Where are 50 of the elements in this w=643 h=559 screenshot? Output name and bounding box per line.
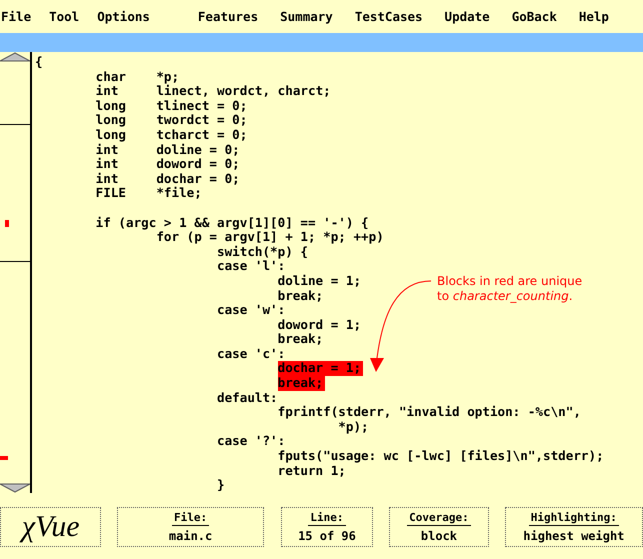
field-label: Coverage: [407, 511, 471, 526]
code-line: case 'c': [216, 346, 286, 362]
annotation-text: to character_counting. [437, 288, 574, 303]
code-line: doline = 1; [278, 274, 362, 288]
code-line: case 'l': [216, 259, 286, 274]
field-value: main.c [168, 529, 212, 543]
field-label: File: [172, 511, 210, 526]
code-line: fputs("usage: wc [-lwc] [files]\n",stderr); [278, 449, 604, 464]
scroll-down-icon[interactable] [0, 483, 30, 493]
code-line: for (p = argv[1] + 1; *p; ++p) [156, 230, 384, 245]
menu-item[interactable]: Options [97, 9, 150, 24]
field-value: highest weight [523, 529, 624, 543]
logo: χVue [0, 507, 102, 547]
overview-mark [5, 220, 9, 227]
code-line: case 'w': [216, 303, 286, 318]
code-line: doword = 1; [278, 318, 362, 332]
code-line: int doline = 0; [96, 142, 240, 158]
menu-item[interactable]: Features [198, 9, 258, 24]
field-value: block [420, 529, 458, 543]
code-line: return 1; [278, 464, 346, 478]
code-line: FILE *file; [96, 186, 202, 201]
code-line: long twordct = 0; [96, 113, 248, 128]
code-line: long tlinect = 0; [96, 98, 248, 114]
code-line: { [35, 55, 43, 70]
field-label: Highlighting: [528, 511, 619, 526]
code-line: break; [278, 332, 324, 347]
code-line: break; [278, 288, 324, 304]
code-line: case '?': [216, 434, 286, 450]
code-line: long tcharct = 0; [96, 128, 248, 143]
menu-item[interactable]: Summary [280, 9, 333, 24]
field-value: 15 of 96 [298, 529, 356, 543]
code-line: switch(*p) { [216, 244, 308, 260]
code-line: *p); [338, 420, 369, 434]
menu-item[interactable]: TestCases [354, 9, 423, 24]
code-line: } [216, 478, 225, 493]
menu-item[interactable]: GoBack [512, 9, 557, 24]
field-label: Line: [308, 511, 346, 526]
code-line: if (argc > 1 && argv[1][0] == '-') { [96, 216, 369, 230]
code-line: default: [216, 390, 278, 406]
menu-item[interactable]: Help [578, 9, 609, 24]
overview-mark [0, 456, 8, 460]
annotation-text: Blocks in red are unique [437, 274, 582, 288]
code-line: char *p; [96, 70, 180, 84]
menu-item[interactable]: Tool [49, 9, 80, 24]
code-line: int dochar = 0; [96, 172, 240, 186]
code-line: fprintf(stderr, "invalid option: -%c\n", [278, 405, 581, 420]
menu-item[interactable]: Update [444, 9, 490, 24]
code-line: int doword = 0; [96, 157, 240, 172]
code-line: int linect, wordct, charct; [96, 84, 331, 99]
menu-item[interactable]: File [1, 9, 32, 24]
